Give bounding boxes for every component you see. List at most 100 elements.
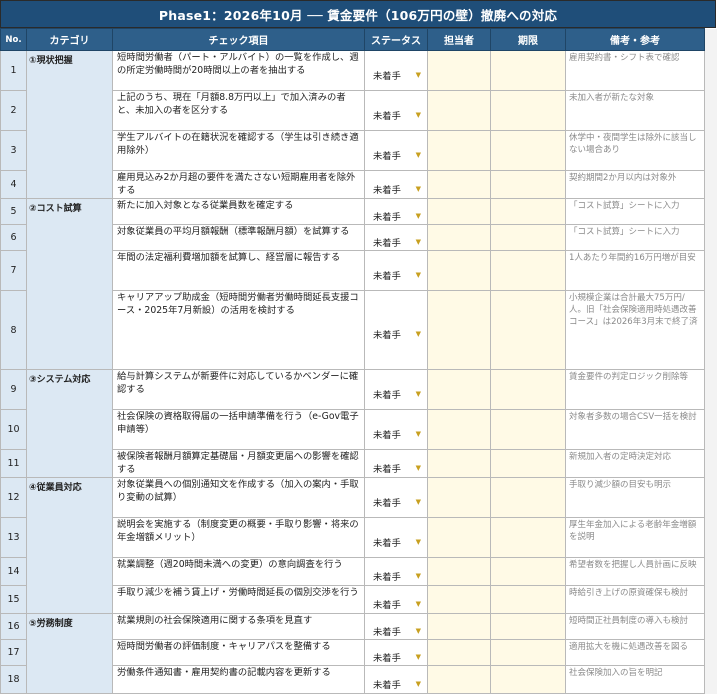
- status-dropdown[interactable]: 未着手 ▼: [373, 182, 421, 196]
- status-dropdown[interactable]: 未着手 ▼: [373, 427, 421, 441]
- note-cell[interactable]: 1人あたり年間約16万円増が目安: [565, 250, 705, 291]
- assignee-cell[interactable]: [427, 369, 491, 410]
- status-cell[interactable]: 未着手 ▼: [364, 130, 428, 171]
- dropdown-arrow-icon[interactable]: ▼: [416, 212, 421, 220]
- note-cell[interactable]: 契約期間2か月以内は対象外: [565, 170, 705, 199]
- dropdown-arrow-icon[interactable]: ▼: [416, 111, 421, 119]
- deadline-cell[interactable]: [490, 517, 566, 558]
- category-cell[interactable]: ④従業員対応: [26, 477, 113, 614]
- header-status[interactable]: ステータス: [364, 28, 428, 51]
- status-dropdown[interactable]: 未着手 ▼: [373, 68, 421, 82]
- status-dropdown[interactable]: 未着手 ▼: [373, 569, 421, 583]
- dropdown-arrow-icon[interactable]: ▼: [416, 498, 421, 506]
- check-item[interactable]: 短時間労働者（パート・アルバイト）の一覧を作成し、週の所定労働時間が20時間以上…: [112, 50, 365, 91]
- dropdown-arrow-icon[interactable]: ▼: [416, 71, 421, 79]
- check-item[interactable]: 対象従業員の平均月額報酬（標準報酬月額）を試算する: [112, 224, 365, 251]
- check-item[interactable]: 雇用見込み2か月超の要件を満たさない短期雇用者を除外する: [112, 170, 365, 199]
- deadline-cell[interactable]: [490, 369, 566, 410]
- dropdown-arrow-icon[interactable]: ▼: [416, 680, 421, 688]
- dropdown-arrow-icon[interactable]: ▼: [416, 627, 421, 635]
- status-cell[interactable]: 未着手 ▼: [364, 585, 428, 614]
- note-cell[interactable]: 社会保険加入の旨を明記: [565, 665, 705, 694]
- note-cell[interactable]: 雇用契約書・シフト表で確認: [565, 50, 705, 91]
- status-cell[interactable]: 未着手 ▼: [364, 290, 428, 370]
- status-dropdown[interactable]: 未着手 ▼: [373, 495, 421, 509]
- status-cell[interactable]: 未着手 ▼: [364, 517, 428, 558]
- check-item[interactable]: 就業調整（週20時間未満への変更）の意向調査を行う: [112, 557, 365, 586]
- status-dropdown[interactable]: 未着手 ▼: [373, 148, 421, 162]
- dropdown-arrow-icon[interactable]: ▼: [416, 185, 421, 193]
- row-number[interactable]: 9: [0, 369, 27, 410]
- deadline-cell[interactable]: [490, 50, 566, 91]
- row-number[interactable]: 13: [0, 517, 27, 558]
- assignee-cell[interactable]: [427, 613, 491, 640]
- check-item[interactable]: 就業規則の社会保険適用に関する条項を見直す: [112, 613, 365, 640]
- row-number[interactable]: 12: [0, 477, 27, 518]
- deadline-cell[interactable]: [490, 665, 566, 694]
- category-cell[interactable]: ①現状把握: [26, 50, 113, 199]
- row-number[interactable]: 1: [0, 50, 27, 91]
- check-item[interactable]: 学生アルバイトの在籍状況を確認する（学生は引き続き適用除外）: [112, 130, 365, 171]
- row-number[interactable]: 10: [0, 409, 27, 450]
- deadline-cell[interactable]: [490, 250, 566, 291]
- check-item[interactable]: 給与計算システムが新要件に対応しているかベンダーに確認する: [112, 369, 365, 410]
- dropdown-arrow-icon[interactable]: ▼: [416, 271, 421, 279]
- row-number[interactable]: 6: [0, 224, 27, 251]
- status-cell[interactable]: 未着手 ▼: [364, 224, 428, 251]
- status-dropdown[interactable]: 未着手 ▼: [373, 235, 421, 249]
- assignee-cell[interactable]: [427, 517, 491, 558]
- row-number[interactable]: 7: [0, 250, 27, 291]
- assignee-cell[interactable]: [427, 585, 491, 614]
- header-deadline[interactable]: 期限: [490, 28, 566, 51]
- check-item[interactable]: 社会保険の資格取得届の一括申請準備を行う（e-Gov電子申請等）: [112, 409, 365, 450]
- deadline-cell[interactable]: [490, 639, 566, 666]
- assignee-cell[interactable]: [427, 557, 491, 586]
- category-cell[interactable]: ②コスト試算: [26, 198, 113, 370]
- header-category[interactable]: カテゴリ: [26, 28, 113, 51]
- status-dropdown[interactable]: 未着手 ▼: [373, 387, 421, 401]
- status-cell[interactable]: 未着手 ▼: [364, 639, 428, 666]
- note-cell[interactable]: 賃金要件の判定ロジック削除等: [565, 369, 705, 410]
- assignee-cell[interactable]: [427, 198, 491, 225]
- status-dropdown[interactable]: 未着手 ▼: [373, 535, 421, 549]
- check-item[interactable]: キャリアアップ助成金（短時間労働者労働時間延長支援コース・2025年7月新設）の…: [112, 290, 365, 370]
- row-number[interactable]: 8: [0, 290, 27, 370]
- status-cell[interactable]: 未着手 ▼: [364, 665, 428, 694]
- assignee-cell[interactable]: [427, 477, 491, 518]
- dropdown-arrow-icon[interactable]: ▼: [416, 538, 421, 546]
- check-item[interactable]: 労働条件通知書・雇用契約書の記載内容を更新する: [112, 665, 365, 694]
- assignee-cell[interactable]: [427, 290, 491, 370]
- row-number[interactable]: 4: [0, 170, 27, 199]
- row-number[interactable]: 2: [0, 90, 27, 131]
- row-number[interactable]: 18: [0, 665, 27, 694]
- note-cell[interactable]: 休学中・夜間学生は除外に該当しない場合あり: [565, 130, 705, 171]
- deadline-cell[interactable]: [490, 557, 566, 586]
- note-cell[interactable]: 適用拡大を機に処遇改善を図る: [565, 639, 705, 666]
- deadline-cell[interactable]: [490, 198, 566, 225]
- check-item[interactable]: 年間の法定福利費増加額を試算し、経営層に報告する: [112, 250, 365, 291]
- check-item[interactable]: 手取り減少を補う賃上げ・労働時間延長の個別交渉を行う: [112, 585, 365, 614]
- dropdown-arrow-icon[interactable]: ▼: [416, 238, 421, 246]
- assignee-cell[interactable]: [427, 170, 491, 199]
- status-dropdown[interactable]: 未着手 ▼: [373, 624, 421, 638]
- check-item[interactable]: 短時間労働者の評価制度・キャリアパスを整備する: [112, 639, 365, 666]
- deadline-cell[interactable]: [490, 409, 566, 450]
- check-item[interactable]: 上記のうち、現在「月額8.8万円以上」で加入済みの者と、未加入の者を区分する: [112, 90, 365, 131]
- note-cell[interactable]: 「コスト試算」シートに入力: [565, 198, 705, 225]
- note-cell[interactable]: 小規模企業は合計最大75万円/人。旧「社会保険適用時処遇改善コース」は2026年…: [565, 290, 705, 370]
- deadline-cell[interactable]: [490, 613, 566, 640]
- note-cell[interactable]: 厚生年金加入による老齢年金増額を説明: [565, 517, 705, 558]
- dropdown-arrow-icon[interactable]: ▼: [416, 653, 421, 661]
- status-cell[interactable]: 未着手 ▼: [364, 198, 428, 225]
- assignee-cell[interactable]: [427, 665, 491, 694]
- note-cell[interactable]: 短時間正社員制度の導入も検討: [565, 613, 705, 640]
- dropdown-arrow-icon[interactable]: ▼: [416, 330, 421, 338]
- row-number[interactable]: 14: [0, 557, 27, 586]
- dropdown-arrow-icon[interactable]: ▼: [416, 430, 421, 438]
- status-cell[interactable]: 未着手 ▼: [364, 613, 428, 640]
- note-cell[interactable]: 未加入者が新たな対象: [565, 90, 705, 131]
- dropdown-arrow-icon[interactable]: ▼: [416, 464, 421, 472]
- note-cell[interactable]: 対象者多数の場合CSV一括を検討: [565, 409, 705, 450]
- assignee-cell[interactable]: [427, 224, 491, 251]
- header-no[interactable]: No.: [0, 28, 27, 51]
